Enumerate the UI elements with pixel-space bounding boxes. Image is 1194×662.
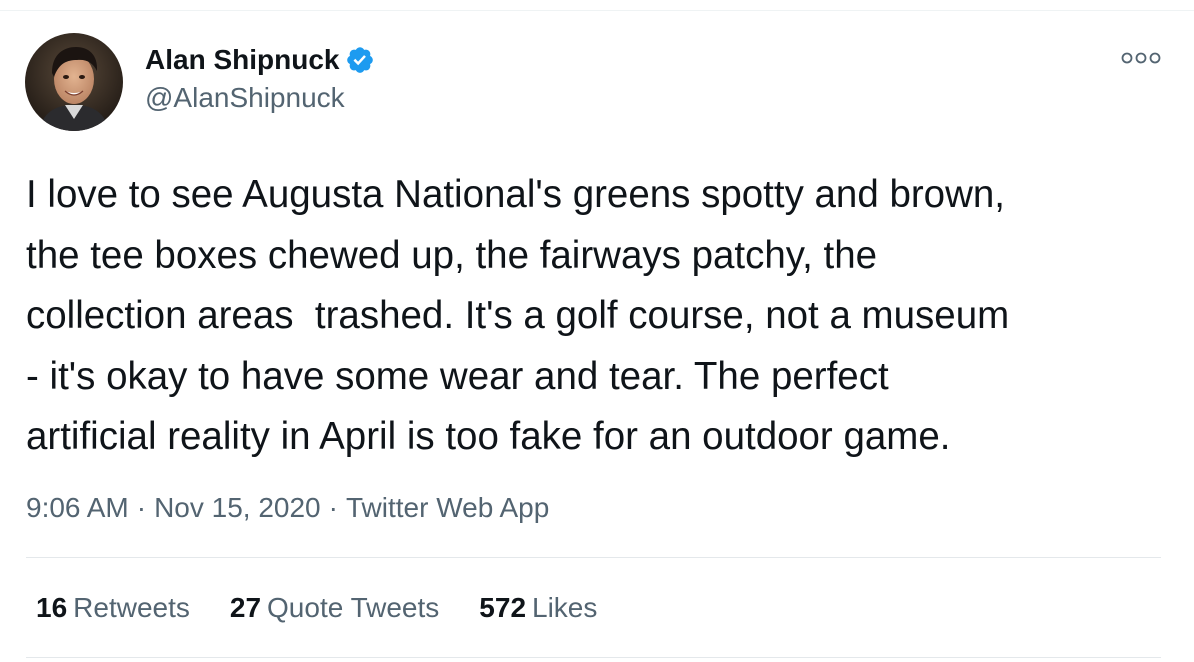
retweets-stat[interactable]: 16 Retweets	[36, 592, 190, 624]
engagement-stats: 16 Retweets 27 Quote Tweets 572 Likes	[36, 592, 637, 624]
avatar-image	[25, 33, 123, 131]
handle[interactable]: @AlanShipnuck	[145, 82, 375, 114]
likes-label: Likes	[532, 592, 598, 623]
separator: ·	[136, 492, 147, 523]
divider	[26, 557, 1161, 558]
divider	[26, 657, 1161, 658]
retweets-label: Retweets	[73, 592, 190, 623]
quote-tweets-label: Quote Tweets	[267, 592, 440, 623]
tweet-date[interactable]: Nov 15, 2020	[154, 492, 321, 523]
avatar[interactable]	[25, 33, 123, 131]
quote-tweets-stat[interactable]: 27 Quote Tweets	[230, 592, 439, 624]
likes-count: 572	[479, 592, 527, 623]
name-row: Alan Shipnuck	[145, 42, 375, 78]
more-options-icon[interactable]	[1121, 48, 1161, 68]
likes-stat[interactable]: 572 Likes	[479, 592, 597, 624]
author-block: Alan Shipnuck @AlanShipnuck	[145, 42, 375, 114]
tweet-time[interactable]: 9:06 AM	[26, 492, 129, 523]
retweets-count: 16	[36, 592, 68, 623]
tweet-text: I love to see Augusta National's greens …	[26, 173, 1010, 458]
tweet-card: Alan Shipnuck @AlanShipnuck I love to se…	[0, 0, 1194, 662]
display-name[interactable]: Alan Shipnuck	[145, 44, 339, 76]
separator: ·	[328, 492, 338, 523]
quote-tweets-count: 27	[229, 592, 262, 623]
verified-badge-icon	[345, 45, 375, 75]
tweet-source[interactable]: Twitter Web App	[346, 492, 549, 523]
tweet-metadata: 9:06 AM · Nov 15, 2020 · Twitter Web App	[26, 492, 549, 524]
